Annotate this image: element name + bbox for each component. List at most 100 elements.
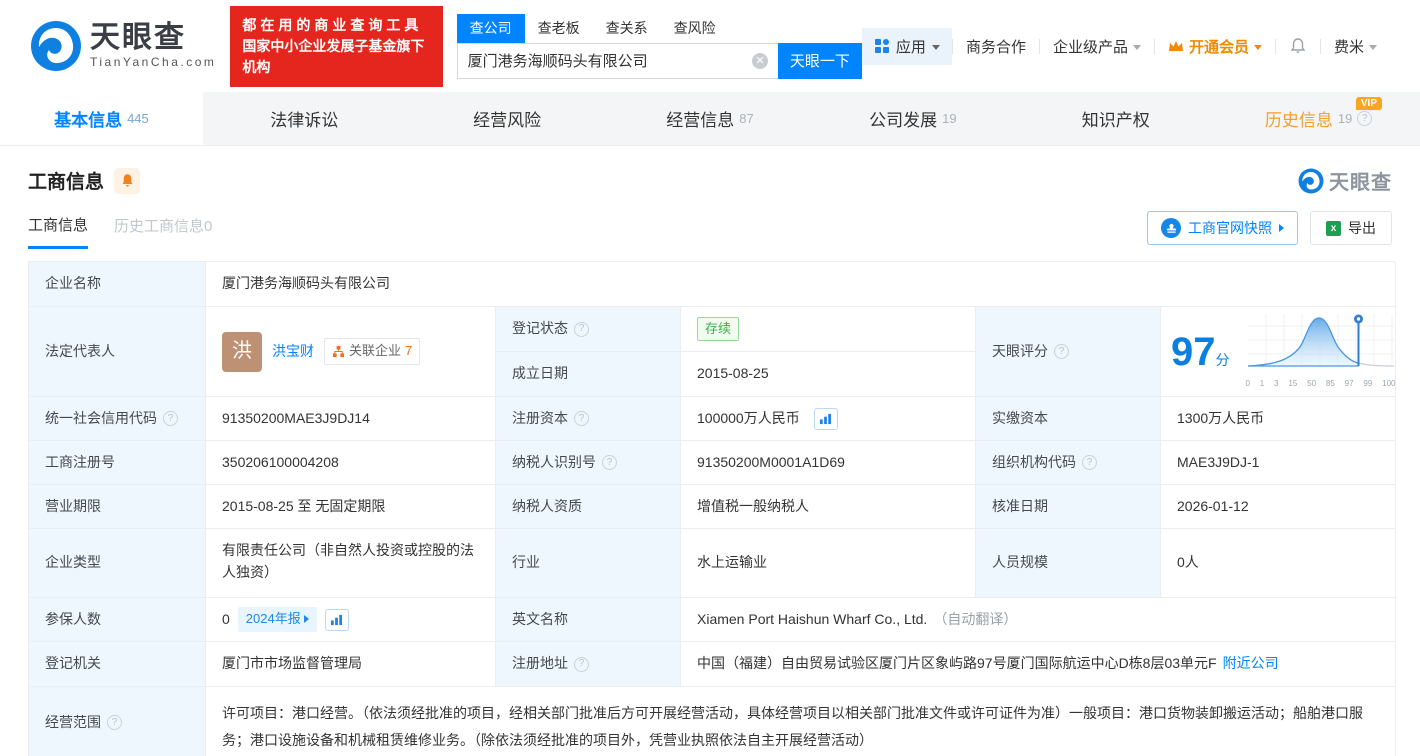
approval-date: 2026-01-12 xyxy=(1177,497,1249,514)
status-badge: 存续 xyxy=(697,316,740,342)
tab-count: 19 xyxy=(942,111,957,126)
search-tab-boss[interactable]: 查老板 xyxy=(525,14,593,43)
chevron-down-icon xyxy=(1369,44,1377,50)
help-icon[interactable]: ? xyxy=(1082,455,1097,470)
search-area: 查公司 查老板 查关系 查风险 ✕ 天眼一下 xyxy=(456,13,862,79)
company-type: 有限责任公司（非自然人投资或控股的法人独资） xyxy=(222,542,474,580)
field-label-industry: 行业 xyxy=(496,529,681,598)
help-icon[interactable]: ? xyxy=(574,656,589,672)
tab-legal-proceedings[interactable]: 法律诉讼 xyxy=(203,92,406,145)
watermark-text: 天眼查 xyxy=(1329,172,1392,194)
search-tab-company[interactable]: 查公司 xyxy=(456,13,525,43)
subtab-history-business-info[interactable]: 历史工商信息0 xyxy=(114,215,212,247)
chevron-down-icon xyxy=(1253,44,1262,50)
brand-name: 天眼查 xyxy=(90,21,186,54)
legal-rep-name-link[interactable]: 洪宝财 xyxy=(272,341,314,363)
clear-search-icon[interactable]: ✕ xyxy=(751,52,768,69)
field-label-english-name: 英文名称 xyxy=(496,598,681,642)
search-tab-risk[interactable]: 查风险 xyxy=(661,14,729,43)
field-label-insured-count: 参保人数 xyxy=(29,598,206,642)
search-tab-relation[interactable]: 查关系 xyxy=(593,14,661,43)
label-text: 组织机构代码 xyxy=(992,453,1076,470)
label-text: 登记机关 xyxy=(45,655,101,672)
field-value-credit-code: 91350200MAE3J9DJ14 xyxy=(206,397,496,441)
page-header: 天眼查 TianYanCha.com 都在用的商业查询工具 国家中小企业发展子基… xyxy=(0,0,1420,92)
tianyancha-logo[interactable]: 天眼查 TianYanCha.com xyxy=(30,20,216,72)
business-info-table: 企业名称 厦门港务海顺码头有限公司 法定代表人 洪 洪宝财 关联企业 7 登记状… xyxy=(28,261,1396,756)
field-label-org-code: 组织机构代码 ? xyxy=(976,441,1161,485)
tab-intellectual-property[interactable]: 知识产权 xyxy=(1014,92,1217,145)
official-snapshot-button[interactable]: 工商官网快照 xyxy=(1147,211,1298,245)
bell-icon xyxy=(1290,38,1306,53)
export-button[interactable]: x 导出 xyxy=(1310,211,1392,245)
field-value-score: 97分 0 1 3 15 50 85 97 99 100 xyxy=(1161,307,1396,397)
subtab-business-info[interactable]: 工商信息 xyxy=(28,214,89,249)
label-text: 行业 xyxy=(512,554,540,571)
paid-capital: 1300万人民币 xyxy=(1177,409,1265,426)
tianyancha-swirl-icon xyxy=(1298,168,1324,193)
help-icon[interactable]: ? xyxy=(1054,344,1069,359)
business-scope: 许可项目：港口经营。（依法须经批准的项目，经相关部门批准后方可开展经营活动，具体… xyxy=(222,705,1363,748)
tab-operation-info[interactable]: 经营信息 87 xyxy=(609,92,812,145)
tab-operation-risk[interactable]: 经营风险 xyxy=(406,92,609,145)
user-menu[interactable]: 费米 xyxy=(1321,36,1390,57)
monitor-bell-button[interactable] xyxy=(114,167,141,194)
help-icon[interactable]: ? xyxy=(1357,111,1373,126)
search-button[interactable]: 天眼一下 xyxy=(777,42,862,79)
nearby-companies-link[interactable]: 附近公司 xyxy=(1223,653,1279,675)
nav-cooperation[interactable]: 商务合作 xyxy=(953,36,1039,57)
tab-label: 历史信息 xyxy=(1264,111,1333,130)
legal-rep-avatar[interactable]: 洪 xyxy=(222,331,262,372)
capital-trend-chart-icon[interactable] xyxy=(813,407,838,430)
crown-icon xyxy=(1168,41,1183,51)
label-text: 注册地址 xyxy=(512,655,568,672)
export-label: 导出 xyxy=(1348,220,1376,236)
field-value-company-type: 有限责任公司（非自然人投资或控股的法人独资） xyxy=(206,529,496,598)
tab-count: 445 xyxy=(127,111,149,126)
search-input[interactable] xyxy=(456,42,778,79)
insured-count: 0 xyxy=(222,610,230,627)
nav-open-vip[interactable]: 开通会员 xyxy=(1155,36,1275,57)
help-icon[interactable]: ? xyxy=(574,321,589,337)
watermark-logo: 天眼查 xyxy=(1298,166,1392,195)
company-section-tabs: 基本信息 445 法律诉讼 经营风险 经营信息 87 公司发展 19 知识产权 … xyxy=(0,92,1420,146)
notifications-button[interactable] xyxy=(1276,37,1320,55)
field-label-score: 天眼评分 ? xyxy=(976,307,1161,397)
label-text: 参保人数 xyxy=(45,610,101,627)
label-text: 工商注册号 xyxy=(45,453,115,470)
field-label-company-name: 企业名称 xyxy=(29,262,206,307)
field-value-establish-date: 2015-08-25 xyxy=(681,352,976,397)
reg-number: 350206100004208 xyxy=(222,453,339,470)
field-value-approval-date: 2026-01-12 xyxy=(1161,485,1396,529)
score-value: 97 xyxy=(1171,329,1216,374)
help-icon[interactable]: ? xyxy=(163,411,178,426)
field-label-staff-size: 人员规模 xyxy=(976,529,1161,598)
business-term: 2015-08-25 至 无固定期限 xyxy=(222,497,386,514)
score-distribution-chart[interactable]: 0 1 3 15 50 85 97 99 100 xyxy=(1246,312,1396,390)
company-name: 厦门港务海顺码头有限公司 xyxy=(222,275,390,292)
tab-basic-info[interactable]: 基本信息 445 xyxy=(0,92,203,145)
tab-count: 19 xyxy=(1337,111,1353,126)
insured-trend-chart-icon[interactable] xyxy=(324,608,349,631)
annual-report-badge[interactable]: 2024年报 xyxy=(237,607,317,632)
help-icon[interactable]: ? xyxy=(574,411,589,426)
chevron-down-icon xyxy=(1132,44,1141,50)
field-value-taxpayer-id: 91350200M0001A1D69 xyxy=(681,441,976,485)
tab-company-development[interactable]: 公司发展 19 xyxy=(811,92,1014,145)
related-companies-badge[interactable]: 关联企业 7 xyxy=(324,338,421,365)
apps-menu-button[interactable]: 应用 xyxy=(861,27,952,65)
field-label-reg-address: 注册地址 ? xyxy=(496,642,681,687)
establish-date: 2015-08-25 xyxy=(697,365,769,382)
help-icon[interactable]: ? xyxy=(602,455,617,470)
field-value-business-term: 2015-08-25 至 无固定期限 xyxy=(206,485,496,529)
field-label-reg-capital: 注册资本 ? xyxy=(496,397,681,441)
field-label-legal-rep: 法定代表人 xyxy=(29,307,206,397)
label-text: 企业类型 xyxy=(45,554,101,571)
username: 费米 xyxy=(1333,38,1364,56)
tab-history-info[interactable]: VIP 历史信息 19 ? xyxy=(1217,92,1420,145)
field-label-business-term: 营业期限 xyxy=(29,485,206,529)
nav-enterprise-products[interactable]: 企业级产品 xyxy=(1040,36,1154,57)
help-icon[interactable]: ? xyxy=(107,715,122,730)
field-value-reg-status: 存续 xyxy=(681,307,976,352)
label-text: 营业期限 xyxy=(45,497,101,514)
